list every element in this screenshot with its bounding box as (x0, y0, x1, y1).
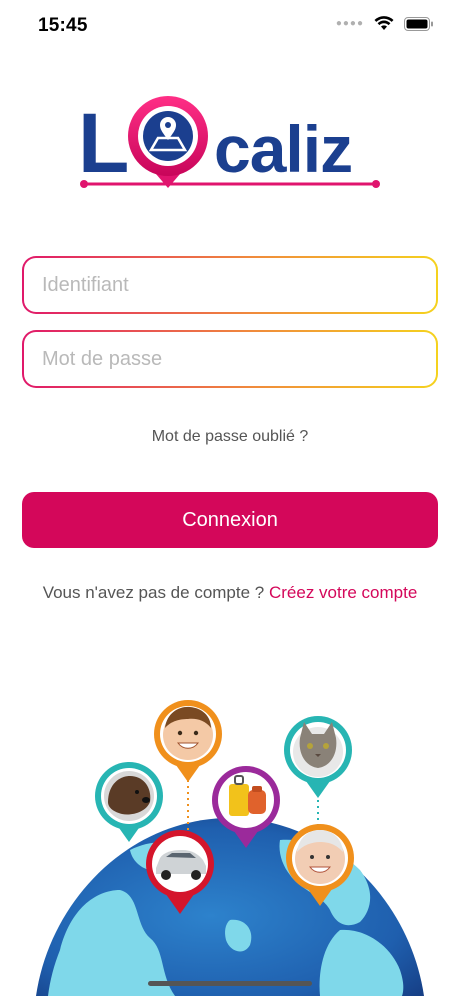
globe-illustration (36, 700, 424, 996)
password-input[interactable] (24, 332, 436, 386)
wifi-icon (374, 16, 394, 30)
child-pin (154, 700, 222, 782)
grandmother-icon (295, 830, 345, 884)
globe-icon (36, 818, 424, 996)
signal-dots-icon: ●●●● (335, 18, 364, 29)
logo-letter-l: L (78, 96, 129, 190)
signup-prompt-text: Vous n'avez pas de compte ? (42, 583, 269, 602)
home-indicator[interactable] (148, 981, 312, 986)
status-bar: 15:45 ●●●● (0, 0, 460, 52)
status-icons: ●●●● (336, 16, 434, 31)
logo-wordmark: caliz (214, 112, 352, 186)
child-icon (163, 706, 213, 760)
create-account-link[interactable]: Créez votre compte (269, 583, 417, 602)
forgot-password-link[interactable]: Mot de passe oublié ? (0, 428, 460, 446)
password-field-border (22, 330, 438, 388)
location-pin-icon (128, 96, 208, 188)
status-time: 15:45 (38, 15, 88, 36)
battery-icon (404, 16, 433, 31)
dog-icon (104, 771, 154, 821)
identifier-field-border (22, 256, 438, 314)
cat-pin (284, 716, 352, 798)
localiz-logo: L caliz (78, 96, 380, 190)
identifier-input[interactable] (24, 258, 436, 312)
dog-pin (95, 762, 163, 842)
login-button[interactable]: Connexion (22, 492, 438, 548)
signup-prompt: Vous n'avez pas de compte ? Créez votre … (0, 583, 460, 603)
